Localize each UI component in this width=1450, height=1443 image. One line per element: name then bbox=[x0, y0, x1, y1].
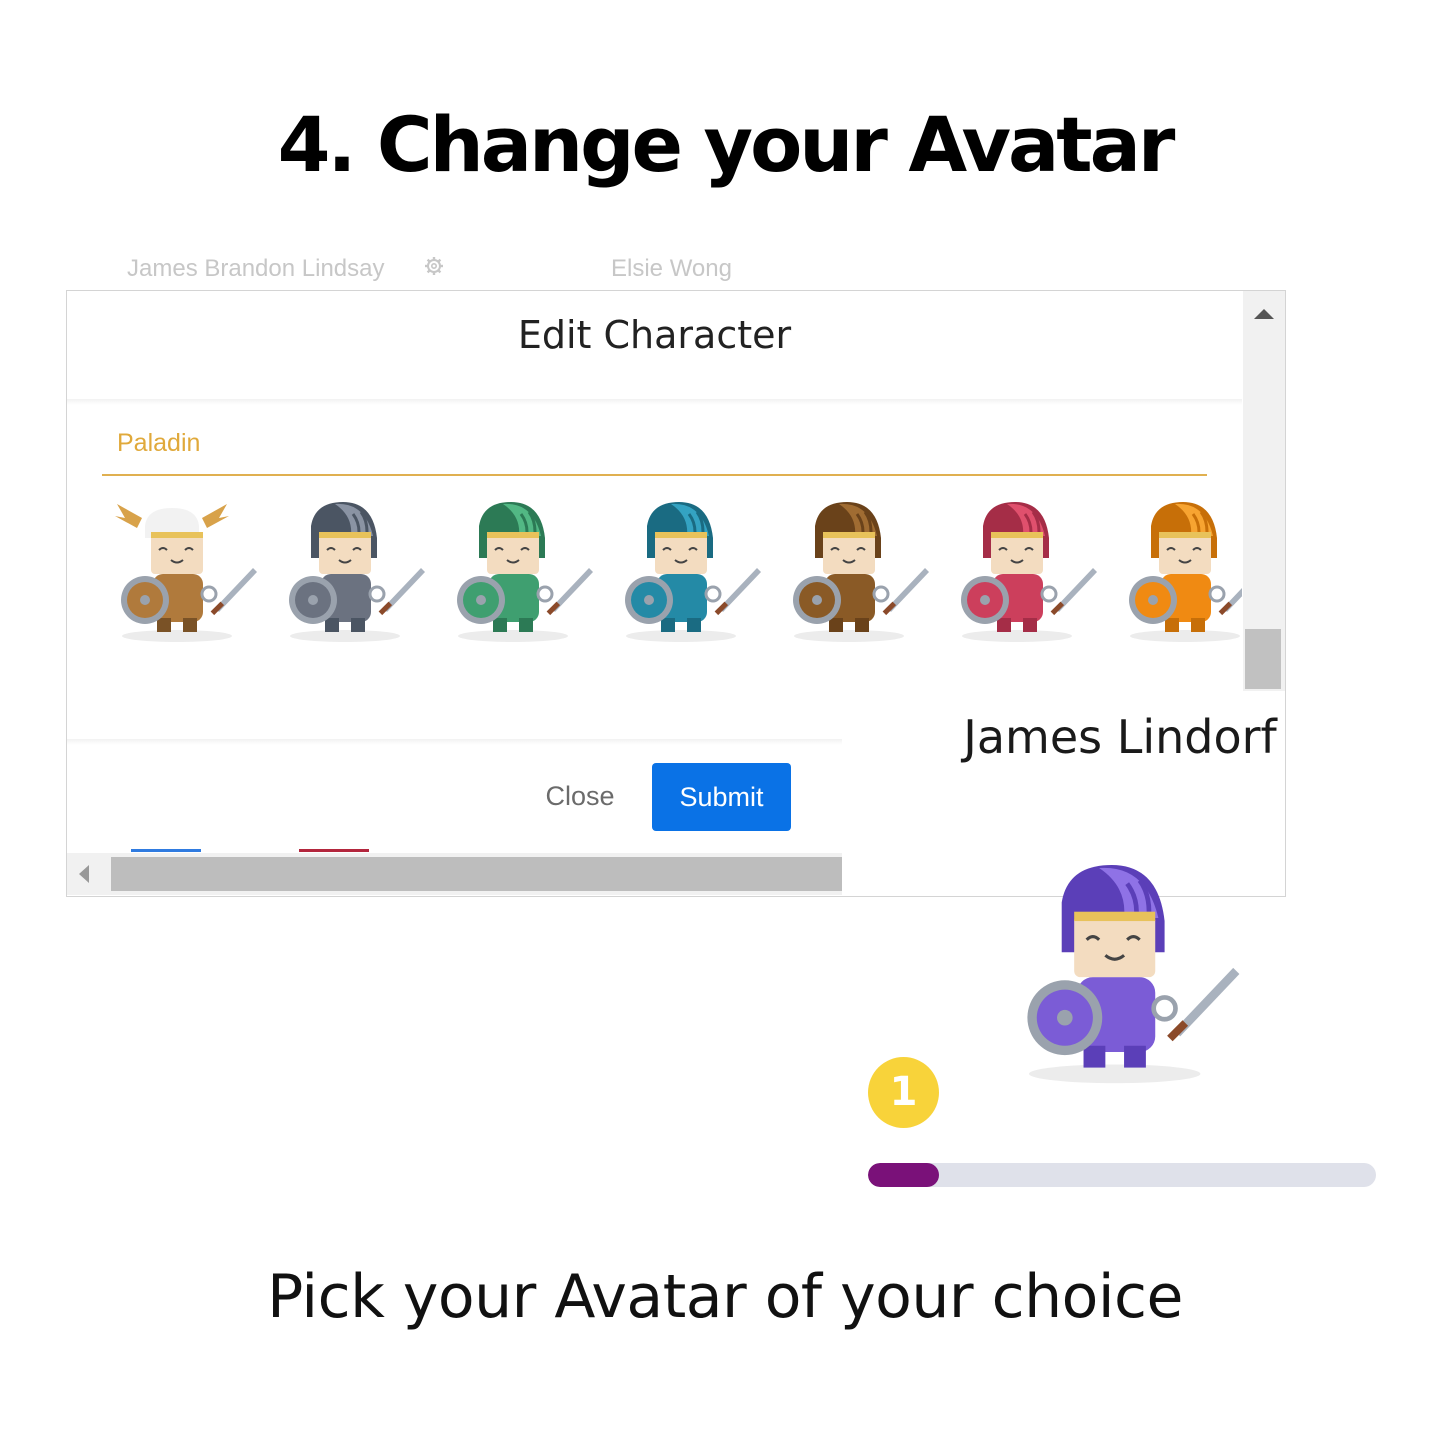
paladin-brown-avatar-icon bbox=[793, 502, 929, 642]
avatar-option[interactable] bbox=[1105, 496, 1242, 646]
gear-icon bbox=[425, 257, 443, 275]
avatar-option[interactable] bbox=[265, 496, 435, 646]
paladin-orange-avatar-icon bbox=[1129, 502, 1242, 642]
selected-avatar-icon bbox=[1027, 864, 1240, 1084]
caption: Pick your Avatar of your choice bbox=[267, 1262, 1183, 1332]
edit-character-modal: Edit Character Paladin Close Submit bbox=[66, 290, 1286, 897]
paladin-red-avatar-icon bbox=[961, 502, 1097, 642]
avatar-option[interactable] bbox=[97, 496, 267, 646]
background-avatar-peek bbox=[299, 849, 369, 852]
avatar-option[interactable] bbox=[937, 496, 1107, 646]
footer-divider bbox=[67, 739, 842, 745]
avatar-option[interactable] bbox=[433, 496, 603, 646]
close-button[interactable]: Close bbox=[525, 763, 635, 829]
tab-paladin[interactable]: Paladin bbox=[117, 429, 200, 458]
background-avatar-peek bbox=[131, 849, 201, 852]
avatar-options-row bbox=[97, 496, 1242, 646]
scroll-up-arrow-icon[interactable] bbox=[1254, 309, 1274, 319]
vertical-scroll-thumb[interactable] bbox=[1245, 629, 1281, 689]
tab-underline bbox=[102, 474, 1207, 476]
vertical-scrollbar[interactable] bbox=[1243, 291, 1285, 691]
modal-title: Edit Character bbox=[517, 313, 792, 357]
valkyrie-avatar-icon bbox=[115, 504, 257, 642]
xp-progress-fill bbox=[868, 1163, 940, 1187]
background-student-name: James Brandon Lindsay bbox=[127, 255, 385, 282]
header-divider bbox=[67, 399, 1242, 405]
page-heading: 4. Change your Avatar bbox=[277, 100, 1176, 189]
scroll-left-arrow-icon[interactable] bbox=[79, 865, 89, 883]
paladin-gray-avatar-icon bbox=[289, 502, 425, 642]
avatar-option[interactable] bbox=[601, 496, 771, 646]
paladin-green-avatar-icon bbox=[457, 502, 593, 642]
horizontal-scroll-thumb[interactable] bbox=[111, 857, 842, 891]
avatar-option[interactable] bbox=[769, 496, 939, 646]
student-name: James Lindorf bbox=[963, 710, 1277, 764]
xp-progress-bar bbox=[868, 1163, 1376, 1187]
submit-button[interactable]: Submit bbox=[652, 763, 791, 831]
paladin-teal-avatar-icon bbox=[625, 502, 761, 642]
horizontal-scrollbar[interactable] bbox=[67, 853, 842, 895]
level-badge: 1 bbox=[868, 1057, 939, 1128]
background-student-name: Elsie Wong bbox=[611, 255, 732, 282]
